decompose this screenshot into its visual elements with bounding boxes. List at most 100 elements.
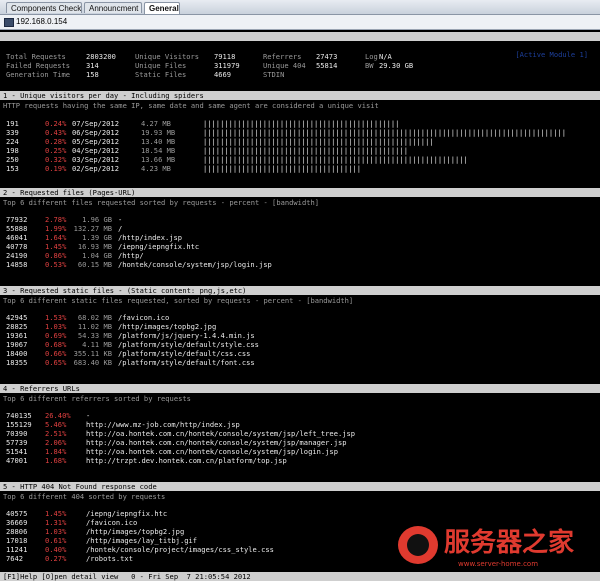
row-count[interactable]: 14858 — [6, 260, 27, 269]
row-percent: 1.64% — [45, 233, 67, 242]
tab-announcment[interactable]: Announcment — [84, 2, 142, 13]
row-percent: 1.68% — [45, 456, 67, 465]
row-count[interactable]: 40575 — [6, 509, 27, 518]
watermark-url: www.server-home.com — [458, 560, 539, 568]
row-path[interactable]: /platform/js/jquery-1.4.4.min.js — [118, 331, 255, 340]
row-count[interactable]: 46041 — [6, 233, 27, 242]
row-date: 02/Sep/2012 — [72, 164, 119, 173]
row-count[interactable]: 224 — [6, 137, 19, 146]
row-count[interactable]: 40778 — [6, 242, 27, 251]
row-path[interactable]: /platform/style/default/font.css — [118, 358, 255, 367]
row-count[interactable]: 28806 — [6, 527, 27, 536]
row-path[interactable]: /favicon.ico — [118, 313, 169, 322]
row-path[interactable]: /iepng/iepngfix.htc — [118, 242, 199, 251]
row-count[interactable]: 339 — [6, 128, 19, 137]
row-count[interactable]: 250 — [6, 155, 19, 164]
section-header: 2 - Requested files (Pages-URL) — [0, 188, 600, 197]
row-path[interactable]: - — [86, 411, 90, 420]
row-path[interactable]: /http/images/topbg2.jpg — [86, 527, 184, 536]
row-path[interactable]: /favicon.ico — [86, 518, 137, 527]
watermark-text: 服务器之家 — [444, 528, 575, 558]
row-path[interactable]: http://oa.hontek.com.cn/hontek/console/s… — [86, 447, 338, 456]
tab-bar: Components Check Announcment General — [0, 0, 600, 15]
section-header: 1 - Unique visitors per day - Including … — [0, 91, 600, 100]
row-count[interactable]: 55888 — [6, 224, 27, 233]
row-percent: 0.40% — [45, 545, 67, 554]
row-count[interactable]: 47001 — [6, 456, 27, 465]
section-subtitle: Top 6 different 404 sorted by requests — [3, 492, 166, 501]
row-percent: 2.78% — [45, 215, 67, 224]
row-path[interactable]: /platform/style/default/css.css — [118, 349, 250, 358]
row-percent: 26.40% — [45, 411, 71, 420]
row-count[interactable]: 36669 — [6, 518, 27, 527]
summary-label: BW — [365, 61, 374, 70]
row-count[interactable]: 18355 — [6, 358, 27, 367]
watermark-logo-icon — [398, 526, 438, 564]
row-path[interactable]: /hontek/console/system/jsp/login.jsp — [118, 260, 272, 269]
row-path[interactable]: http://www.mz-job.com/http/index.jsp — [86, 420, 240, 429]
row-bandwidth: 18.54 MB — [141, 146, 176, 155]
host-address: 192.168.0.154 — [16, 17, 68, 26]
row-percent: 0.27% — [45, 554, 67, 563]
row-path[interactable]: http://oa.hontek.com.cn/hontek/console/s… — [86, 438, 347, 447]
summary-value: 4669 — [214, 70, 232, 79]
row-path[interactable]: http://trzpt.dev.hontek.com.cn/platform/… — [86, 456, 287, 465]
active-module-badge[interactable]: [Active Module 1] — [515, 50, 588, 59]
row-count[interactable]: 42945 — [6, 313, 27, 322]
row-count[interactable]: 17018 — [6, 536, 27, 545]
row-path[interactable]: /http/ — [118, 251, 144, 260]
row-path[interactable]: /http/images/lay_titbj.gif — [86, 536, 197, 545]
row-percent: 0.86% — [45, 251, 67, 260]
row-percent: 5.46% — [45, 420, 67, 429]
summary-value: 27473 — [316, 52, 338, 61]
summary-label: STDIN — [263, 70, 285, 79]
row-percent: 0.43% — [45, 128, 67, 137]
row-count[interactable]: 24190 — [6, 251, 27, 260]
row-count[interactable]: 19361 — [6, 331, 27, 340]
row-bandwidth: 683.40 KB — [73, 358, 112, 367]
status-bar: [F1]Help [O]pen detail view 0 - Fri Sep … — [0, 572, 600, 581]
row-percent: 1.03% — [45, 527, 67, 536]
row-bandwidth: 4.23 MB — [141, 164, 171, 173]
row-count[interactable]: 28825 — [6, 322, 27, 331]
row-count[interactable]: 153 — [6, 164, 19, 173]
row-bandwidth: 132.27 MB — [73, 224, 112, 233]
row-date: 06/Sep/2012 — [72, 128, 119, 137]
row-count[interactable]: 740135 — [6, 411, 32, 420]
row-count[interactable]: 18400 — [6, 349, 27, 358]
row-path[interactable]: /robots.txt — [86, 554, 133, 563]
row-count[interactable]: 155129 — [6, 420, 32, 429]
row-count[interactable]: 11241 — [6, 545, 27, 554]
tab-general[interactable]: General — [144, 2, 180, 14]
summary-label: Log — [365, 52, 378, 61]
summary-value: 2803200 — [86, 52, 116, 61]
row-bandwidth: 13.40 MB — [141, 137, 176, 146]
row-path[interactable]: http://oa.hontek.com.cn/hontek/console/s… — [86, 429, 355, 438]
row-path[interactable]: /platform/style/default/style.css — [118, 340, 259, 349]
row-bandwidth: 11.02 MB — [77, 322, 112, 331]
row-percent: 0.25% — [45, 146, 67, 155]
row-count[interactable]: 191 — [6, 119, 19, 128]
terminal-window[interactable]: General Summary - Overall Analysed Reque… — [0, 30, 600, 581]
row-count[interactable]: 57739 — [6, 438, 27, 447]
tab-components-check[interactable]: Components Check — [6, 2, 82, 13]
summary-label: Unique 404 — [263, 61, 306, 70]
row-count[interactable]: 70390 — [6, 429, 27, 438]
row-percent: 0.65% — [45, 358, 67, 367]
row-count[interactable]: 51541 — [6, 447, 27, 456]
row-count[interactable]: 19067 — [6, 340, 27, 349]
row-percent: 0.28% — [45, 137, 67, 146]
row-count[interactable]: 7642 — [6, 554, 23, 563]
row-count[interactable]: 198 — [6, 146, 19, 155]
row-count[interactable]: 77932 — [6, 215, 27, 224]
row-percent: 1.31% — [45, 518, 67, 527]
row-path[interactable]: /hontek/console/project/images/css_style… — [86, 545, 274, 554]
row-path[interactable]: /http/index.jsp — [118, 233, 182, 242]
row-path[interactable]: /http/images/topbg2.jpg — [118, 322, 216, 331]
row-path[interactable]: /iepng/iepngfix.htc — [86, 509, 167, 518]
row-path[interactable]: - — [118, 215, 122, 224]
row-bar: ||||||||||||||||||||||||||||||||||||||||… — [203, 137, 434, 146]
row-path[interactable]: / — [118, 224, 122, 233]
section-title: 5 - HTTP 404 Not Found response code — [3, 482, 157, 491]
summary-label: Unique Visitors — [135, 52, 200, 61]
